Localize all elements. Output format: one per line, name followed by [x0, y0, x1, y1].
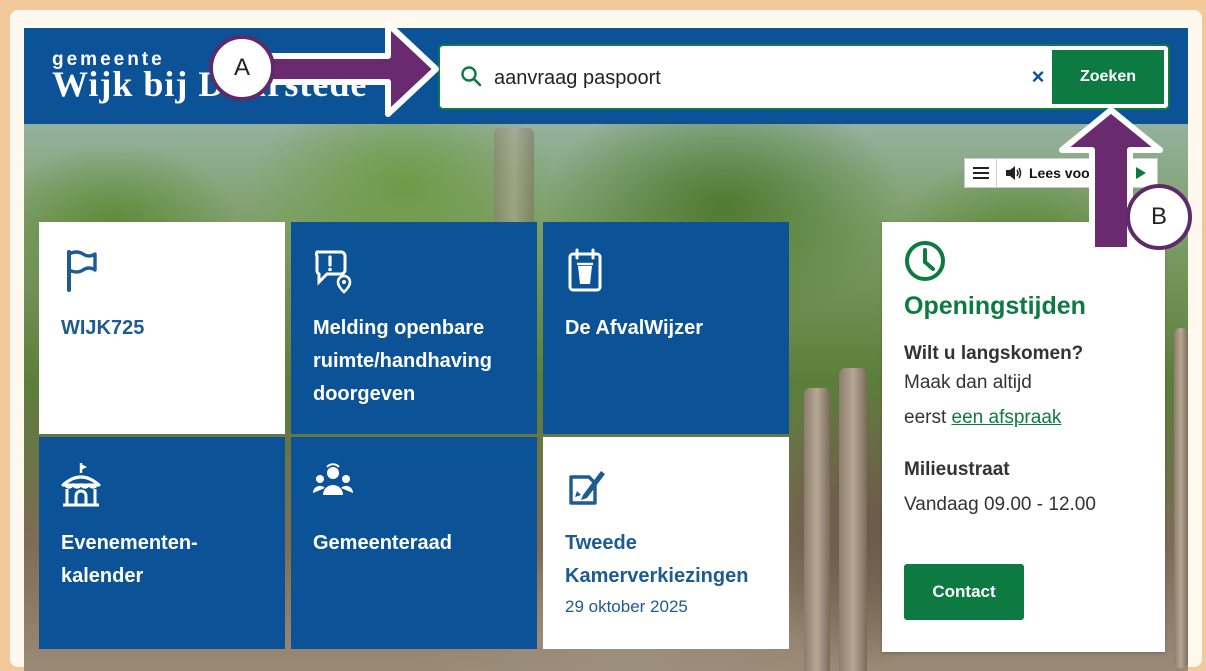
- search-icon: [461, 66, 482, 87]
- annotation-badge-b: B: [1126, 184, 1192, 250]
- readspeaker-label: Lees voor: [1029, 165, 1096, 181]
- tile-tweede-kamerverkiezingen[interactable]: Tweede Kamerverkiezingen 29 oktober 2025: [543, 437, 789, 649]
- play-icon: [1136, 167, 1146, 179]
- readspeaker-listen-button[interactable]: Lees voor: [997, 159, 1125, 187]
- site-header: gemeente Wijk bij Duurstede × Zoeken: [24, 28, 1188, 124]
- tile-melding-openbare-ruimte[interactable]: Melding openbare ruimte/handhaving doorg…: [291, 222, 537, 434]
- clock-icon: [905, 241, 945, 281]
- tree-trunk: [1174, 328, 1188, 668]
- tile-label: WIJK725: [61, 317, 145, 339]
- tent-icon: [61, 463, 101, 507]
- appointment-line-1: Maak dan altijd: [904, 372, 1032, 393]
- tile-label: Gemeenteraad: [313, 532, 452, 554]
- appointment-link[interactable]: een afspraak: [952, 407, 1062, 428]
- visit-question: Wilt u langskomen?: [904, 343, 1084, 364]
- tree-trunk: [839, 368, 867, 671]
- tile-label: Tweede Kamerverkiezingen: [565, 532, 749, 587]
- tile-subtitle-date: 29 oktober 2025: [565, 597, 688, 616]
- readspeaker-menu-button[interactable]: [965, 159, 997, 187]
- tile-afvalwijzer[interactable]: De AfvalWijzer: [543, 222, 789, 434]
- milieustraat-hours: Vandaag 09.00 - 12.00: [904, 494, 1096, 515]
- tile-label: Melding openbare ruimte/handhaving doorg…: [313, 317, 492, 405]
- ballot-pen-icon: [569, 471, 605, 505]
- clear-search-icon[interactable]: ×: [1026, 64, 1050, 90]
- contact-button[interactable]: Contact: [904, 564, 1024, 620]
- tile-gemeenteraad[interactable]: Gemeenteraad: [291, 437, 537, 649]
- search-input[interactable]: [494, 58, 1014, 98]
- council-people-icon: [313, 463, 353, 495]
- opening-hours-title: Openingstijden: [904, 292, 1086, 320]
- search-button[interactable]: Zoeken: [1052, 50, 1164, 104]
- search-form: × Zoeken: [438, 44, 1170, 110]
- tile-wijk725[interactable]: WIJK725: [39, 222, 285, 434]
- waste-calendar-icon: [568, 248, 602, 292]
- page-viewport: gemeente Wijk bij Duurstede × Zoeken Le: [24, 28, 1188, 671]
- opening-hours-card: Openingstijden Wilt u langskomen? Maak d…: [882, 222, 1165, 652]
- readspeaker-bar: Lees voor: [964, 158, 1158, 188]
- tile-evenementenkalender[interactable]: Evenementen- kalender: [39, 437, 285, 649]
- annotation-badge-a: A: [209, 35, 275, 101]
- appointment-line-2: eerst een afspraak: [904, 400, 1143, 435]
- milieustraat-heading: Milieustraat: [904, 459, 1010, 480]
- readspeaker-play-button[interactable]: [1125, 159, 1157, 187]
- tile-label: Evenementen- kalender: [61, 532, 198, 587]
- tile-label: De AfvalWijzer: [565, 317, 704, 339]
- speaker-icon: [1006, 166, 1022, 180]
- hamburger-icon: [972, 172, 989, 174]
- flag-icon: [67, 250, 97, 292]
- appointment-prefix: eerst: [904, 407, 952, 428]
- tree-trunk: [804, 388, 830, 671]
- report-location-icon: [314, 250, 352, 294]
